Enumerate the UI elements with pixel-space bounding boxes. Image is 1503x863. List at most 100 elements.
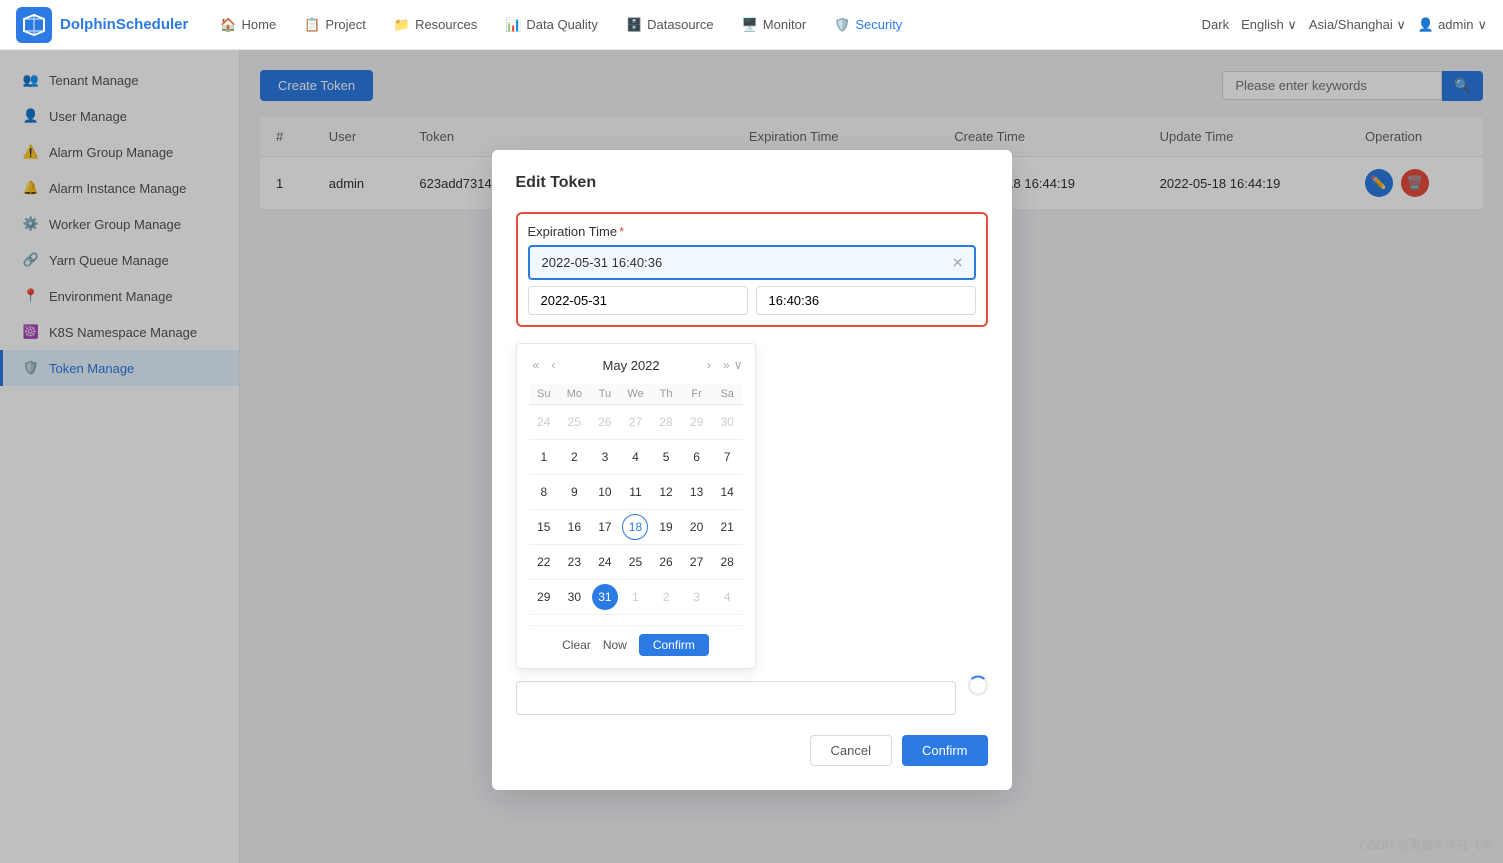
cal-day[interactable]: 19 — [653, 514, 679, 540]
cal-nav-left: « ‹ — [529, 356, 560, 374]
cal-day[interactable]: 8 — [531, 479, 557, 505]
user-section — [516, 681, 988, 715]
user-select[interactable] — [516, 681, 956, 715]
cal-day[interactable]: 1 — [622, 584, 648, 610]
spinner-icon — [968, 675, 988, 695]
cal-clear-btn[interactable]: Clear — [562, 638, 591, 652]
cal-day[interactable]: 4 — [714, 584, 740, 610]
cal-day[interactable]: 26 — [653, 549, 679, 575]
calendar-footer: Clear Now Confirm — [529, 625, 743, 656]
cal-col-tu: Tu — [590, 384, 621, 405]
cal-day[interactable]: 7 — [714, 444, 740, 470]
date-split-row — [528, 286, 976, 315]
cal-day[interactable]: 28 — [653, 409, 679, 435]
main-nav: 🏠 Home 📋 Project 📁 Resources 📊 Data Qual… — [208, 11, 1201, 39]
nav-data-quality[interactable]: 📊 Data Quality — [493, 11, 610, 39]
cal-day[interactable]: 10 — [592, 479, 618, 505]
nav-project[interactable]: 📋 Project — [292, 11, 378, 39]
date-part-input[interactable] — [528, 286, 748, 315]
nav-security[interactable]: 🛡️ Security — [822, 11, 914, 39]
cal-day[interactable]: 28 — [714, 549, 740, 575]
expiration-section-highlighted: Expiration Time* ✕ — [516, 212, 988, 327]
cal-day[interactable]: 30 — [714, 409, 740, 435]
cal-collapse-btn[interactable]: ∨ — [734, 358, 743, 372]
cal-col-we: We — [620, 384, 651, 405]
cal-day[interactable]: 6 — [684, 444, 710, 470]
cal-day[interactable]: 2 — [561, 444, 587, 470]
watermark: CSDN @勇敢羊羊在飞羊 — [1359, 836, 1493, 853]
cal-now-btn[interactable]: Now — [603, 638, 627, 652]
cal-confirm-btn[interactable]: Confirm — [639, 634, 709, 656]
cal-day[interactable]: 24 — [531, 409, 557, 435]
cal-day[interactable]: 31 — [592, 584, 618, 610]
cal-day[interactable]: 18 — [622, 514, 648, 540]
cal-day[interactable]: 27 — [684, 549, 710, 575]
calendar: « ‹ May 2022 › » ∨ Su Mo Tu We Th — [516, 343, 756, 669]
cal-prev-year[interactable]: « — [529, 356, 544, 374]
cal-day[interactable]: 22 — [531, 549, 557, 575]
time-part-input[interactable] — [756, 286, 976, 315]
logo: DolphinScheduler — [16, 7, 188, 43]
user-icon: 👤 — [1418, 17, 1434, 33]
user-menu[interactable]: 👤 admin ∨ — [1418, 17, 1487, 33]
confirm-button[interactable]: Confirm — [902, 735, 988, 766]
cal-day[interactable]: 3 — [592, 444, 618, 470]
cal-day[interactable]: 14 — [714, 479, 740, 505]
cancel-button[interactable]: Cancel — [810, 735, 892, 766]
theme-toggle[interactable]: Dark — [1202, 17, 1229, 32]
logo-text: DolphinScheduler — [60, 16, 188, 33]
edit-token-modal: Edit Token Expiration Time* ✕ « ‹ — [492, 150, 1012, 790]
header: DolphinScheduler 🏠 Home 📋 Project 📁 Reso… — [0, 0, 1503, 50]
cal-nav-right: › » — [703, 356, 734, 374]
cal-day[interactable]: 29 — [531, 584, 557, 610]
nav-monitor[interactable]: 🖥️ Monitor — [730, 11, 819, 39]
cal-prev-month[interactable]: ‹ — [547, 356, 559, 374]
modal-title: Edit Token — [516, 174, 988, 192]
cal-day[interactable]: 9 — [561, 479, 587, 505]
cal-month-year: May 2022 — [559, 358, 703, 373]
cal-day[interactable]: 13 — [684, 479, 710, 505]
refresh-btn[interactable] — [968, 675, 988, 698]
cal-col-su: Su — [529, 384, 560, 405]
cal-day[interactable]: 16 — [561, 514, 587, 540]
cal-day[interactable]: 15 — [531, 514, 557, 540]
modal-overlay: Edit Token Expiration Time* ✕ « ‹ — [0, 50, 1503, 863]
nav-home[interactable]: 🏠 Home — [208, 11, 288, 39]
cal-day[interactable]: 4 — [622, 444, 648, 470]
cal-col-fr: Fr — [681, 384, 712, 405]
cal-day[interactable]: 5 — [653, 444, 679, 470]
cal-col-mo: Mo — [559, 384, 590, 405]
cal-day[interactable]: 21 — [714, 514, 740, 540]
calendar-header: « ‹ May 2022 › » ∨ — [529, 356, 743, 374]
nav-datasource[interactable]: 🗄️ Datasource — [614, 11, 726, 39]
cal-day[interactable]: 3 — [684, 584, 710, 610]
cal-day[interactable]: 2 — [653, 584, 679, 610]
cal-day[interactable]: 23 — [561, 549, 587, 575]
cal-day[interactable]: 25 — [561, 409, 587, 435]
cal-day[interactable]: 27 — [622, 409, 648, 435]
expiration-datetime-input[interactable] — [530, 247, 974, 278]
clear-icon[interactable]: ✕ — [952, 254, 964, 271]
nav-resources[interactable]: 📁 Resources — [382, 11, 489, 39]
cal-day[interactable]: 17 — [592, 514, 618, 540]
cal-day[interactable]: 29 — [684, 409, 710, 435]
logo-icon — [16, 7, 52, 43]
language-selector[interactable]: English ∨ — [1241, 17, 1297, 33]
cal-day[interactable]: 26 — [592, 409, 618, 435]
header-right: Dark English ∨ Asia/Shanghai ∨ 👤 admin ∨ — [1202, 17, 1487, 33]
cal-day[interactable]: 30 — [561, 584, 587, 610]
cal-next-year[interactable]: » — [719, 356, 734, 374]
cal-day[interactable]: 12 — [653, 479, 679, 505]
cal-next-month[interactable]: › — [703, 356, 715, 374]
modal-footer: Cancel Confirm — [516, 735, 988, 766]
expiration-label: Expiration Time* — [528, 224, 976, 239]
cal-day[interactable]: 24 — [592, 549, 618, 575]
cal-day[interactable]: 25 — [622, 549, 648, 575]
cal-day[interactable]: 20 — [684, 514, 710, 540]
cal-day[interactable]: 1 — [531, 444, 557, 470]
cal-day[interactable]: 11 — [622, 479, 648, 505]
timezone-selector[interactable]: Asia/Shanghai ∨ — [1309, 17, 1406, 33]
datetime-input-wrap: ✕ — [528, 245, 976, 280]
cal-col-sa: Sa — [712, 384, 743, 405]
calendar-grid: Su Mo Tu We Th Fr Sa 2425262728293012345… — [529, 384, 743, 615]
